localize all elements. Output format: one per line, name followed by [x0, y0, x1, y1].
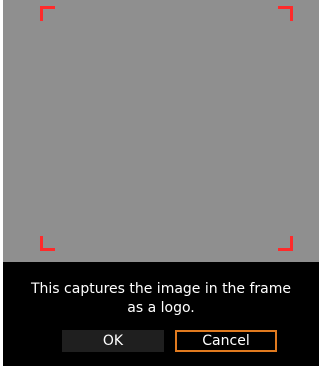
- frame-corner-bottom-left-icon: [40, 236, 55, 251]
- frame-corner-top-right-icon: [278, 6, 293, 21]
- dialog-message-line-1: This captures the image in the frame: [30, 281, 292, 297]
- capture-preview-area: [3, 0, 319, 262]
- confirmation-dialog: This captures the image in the frame as …: [3, 262, 319, 366]
- frame-corner-top-left-icon: [40, 6, 55, 21]
- dialog-message: This captures the image in the frame as …: [27, 280, 295, 318]
- ok-button[interactable]: OK: [62, 330, 164, 352]
- frame-corner-bottom-right-icon: [278, 236, 293, 251]
- dialog-message-line-2: as a logo.: [127, 300, 195, 316]
- cancel-button[interactable]: Cancel: [175, 330, 277, 352]
